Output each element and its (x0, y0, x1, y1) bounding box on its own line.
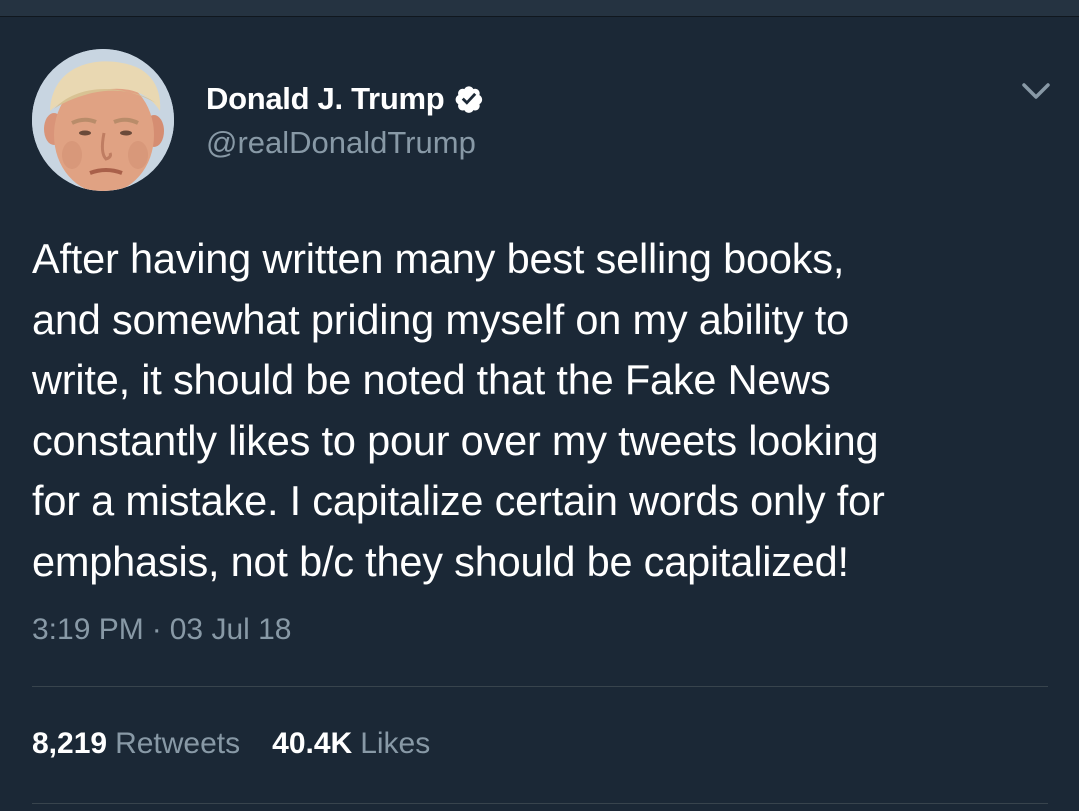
verified-badge-icon (455, 86, 483, 113)
top-bar (0, 0, 1079, 17)
tweet-time[interactable]: 3:19 PM (32, 613, 144, 646)
likes-count: 40.4K (272, 727, 353, 760)
display-name[interactable]: Donald J. Trump (206, 81, 445, 117)
meta-separator: · (151, 613, 162, 646)
retweets-stat[interactable]: 8,219 Retweets (32, 727, 240, 761)
tweet-timestamp[interactable]: 3:19 PM · 03 Jul 18 (32, 613, 292, 647)
retweets-count: 8,219 (32, 727, 108, 760)
tweet-date[interactable]: 03 Jul 18 (170, 613, 292, 646)
author-name-row[interactable]: Donald J. Trump (206, 79, 484, 119)
author-handle[interactable]: @realDonaldTrump (206, 125, 476, 161)
chevron-down-icon[interactable] (1018, 77, 1054, 105)
divider (32, 686, 1048, 687)
retweets-label: Retweets (115, 727, 241, 760)
profile-photo-icon (32, 49, 174, 191)
tweet-text: After having written many best selling b… (32, 235, 885, 585)
tweet-card: Donald J. Trump @realDonaldTrump After h… (0, 17, 1079, 811)
avatar[interactable] (32, 49, 174, 191)
divider (32, 803, 1048, 804)
likes-label: Likes (360, 727, 431, 760)
likes-stat[interactable]: 40.4K Likes (272, 727, 430, 761)
tweet-stats: 8,219 Retweets 40.4K Likes (32, 727, 430, 761)
